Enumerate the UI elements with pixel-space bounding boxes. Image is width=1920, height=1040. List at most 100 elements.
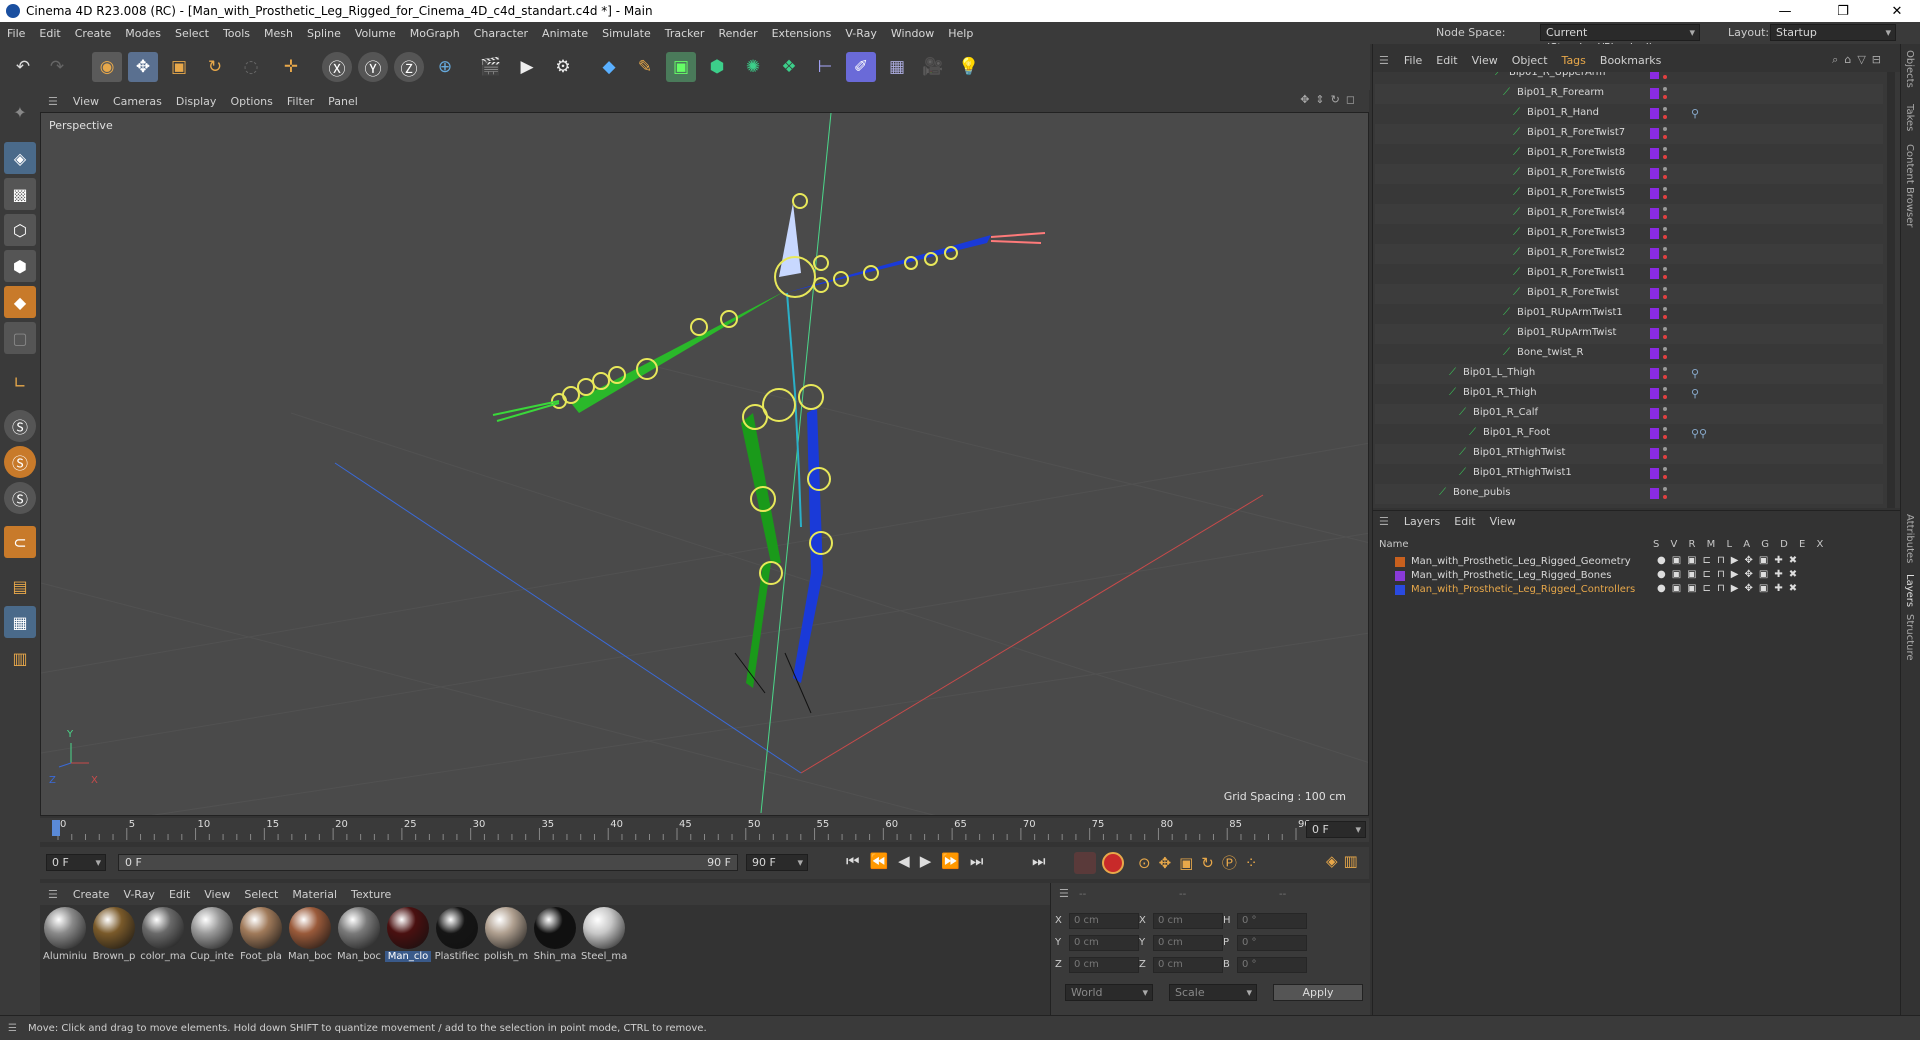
hamburger-icon[interactable]: ☰ [8,1023,17,1034]
object-menu-bookmarks[interactable]: Bookmarks [1593,54,1668,67]
close-button[interactable]: ✕ [1874,0,1920,22]
redo-icon[interactable]: ↷ [42,52,72,82]
coord-system-select[interactable]: World [1065,984,1153,1001]
z-axis-lock-icon[interactable]: Ⓩ [394,52,424,82]
render-visibility-dot[interactable] [1663,335,1667,339]
render-visibility-dot[interactable] [1663,455,1667,459]
coord-value-field[interactable]: 0 cm [1069,935,1139,951]
cloner-icon[interactable]: ⬢ [702,52,732,82]
menu-tools[interactable]: Tools [216,27,257,40]
coord-value-field[interactable]: 0 ° [1237,957,1307,973]
autokey-icon[interactable] [1102,852,1124,874]
coord-value-field[interactable]: 0 cm [1069,957,1139,973]
object-tree-row[interactable]: ⟋ Bip01_RThighTwist [1375,444,1883,464]
minimize-button[interactable]: — [1762,0,1808,22]
cube-object-icon[interactable]: ◆ [594,52,624,82]
layer-color-swatch[interactable] [1650,228,1659,239]
layer-color-swatch[interactable] [1650,468,1659,479]
material-menu-view[interactable]: View [197,888,237,901]
add-object-icon[interactable]: ✛ [276,52,306,82]
layer-color-swatch[interactable] [1650,108,1659,119]
layer-menu-edit[interactable]: Edit [1447,515,1482,528]
material-swatch[interactable]: Aluminiu [42,907,88,962]
maximize-button[interactable]: ❐ [1820,0,1866,22]
object-tree-row[interactable]: ⟋ Bip01_R_Calf [1375,404,1883,424]
layer-color-swatch[interactable] [1650,168,1659,179]
editor-visibility-dot[interactable] [1663,367,1667,371]
layer-color-swatch[interactable] [1650,448,1659,459]
object-tree-row[interactable]: ⟋ Bip01_L_Thigh ⚲ [1375,364,1883,384]
move-tool-icon[interactable]: ✥ [128,52,158,82]
editor-visibility-dot[interactable] [1663,407,1667,411]
render-visibility-dot[interactable] [1663,255,1667,259]
layer-color-swatch[interactable] [1650,248,1659,259]
texture-mode-icon[interactable]: ▩ [4,178,36,210]
viewport-nav-icons[interactable]: ✥⇕↻◻ [1300,93,1361,106]
deformer-icon[interactable]: ✺ [738,52,768,82]
frame-range-slider[interactable]: 0 F 90 F [118,854,738,871]
menu-character[interactable]: Character [467,27,535,40]
layer-color-swatch[interactable] [1650,268,1659,279]
object-tree-row[interactable]: ⟋ Bip01_R_Foot ⚲⚲ [1375,424,1883,444]
object-tree-row[interactable]: ⟋ Bip01_R_ForeTwist2 [1375,244,1883,264]
object-menu-file[interactable]: File [1397,54,1429,67]
object-tree-row[interactable]: ⟋ Bip01_R_Hand ⚲ [1375,104,1883,124]
viewport-menu-panel[interactable]: Panel [321,95,365,108]
layer-color-swatch[interactable] [1650,408,1659,419]
layer-color-swatch[interactable] [1650,348,1659,359]
recent-tool-icon[interactable]: ◌ [236,52,266,82]
layer-color-swatch[interactable] [1650,88,1659,99]
render-visibility-dot[interactable] [1663,315,1667,319]
live-selection-icon[interactable]: ◉ [92,52,122,82]
render-visibility-dot[interactable] [1663,295,1667,299]
uv-mode-icon[interactable]: ▢ [4,322,36,354]
object-tree-row[interactable]: ⟋ Bip01_R_ForeTwist [1375,284,1883,304]
editor-visibility-dot[interactable] [1663,307,1667,311]
node-space-select[interactable]: Current (Standard/Physical) [1540,24,1700,54]
render-visibility-dot[interactable] [1663,135,1667,139]
editor-visibility-dot[interactable] [1663,207,1667,211]
layer-color-swatch[interactable] [1650,128,1659,139]
object-tree-row[interactable]: ⟋ Bone_pubis [1375,484,1883,504]
render-visibility-dot[interactable] [1663,95,1667,99]
scene-canvas[interactable] [41,113,1369,816]
hamburger-icon[interactable]: ☰ [1379,515,1397,528]
coord-value-field[interactable]: 0 cm [1069,913,1139,929]
hamburger-icon[interactable]: ☰ [1059,887,1069,900]
environment-icon[interactable]: ⊢ [810,52,840,82]
menu-mesh[interactable]: Mesh [257,27,300,40]
menu-file[interactable]: File [0,27,32,40]
render-visibility-dot[interactable] [1663,375,1667,379]
layer-color-swatch[interactable] [1650,72,1659,79]
layer-color-swatch[interactable] [1395,585,1405,595]
menu-mograph[interactable]: MoGraph [403,27,467,40]
ik-tag-icon[interactable]: ⚲ [1691,367,1699,380]
editor-visibility-dot[interactable] [1663,447,1667,451]
object-tree-row[interactable]: ⟋ Bip01_R_ForeTwist3 [1375,224,1883,244]
render-visibility-dot[interactable] [1663,435,1667,439]
material-swatch[interactable]: Man_clo [385,907,431,962]
transport-controls[interactable]: ⏮⏪◀▶⏩⏭ [846,852,993,870]
current-frame-field[interactable]: 0 F [1306,821,1366,838]
editor-visibility-dot[interactable] [1663,487,1667,491]
hamburger-icon[interactable]: ☰ [40,888,66,901]
material-menu-create[interactable]: Create [66,888,117,901]
layer-color-swatch[interactable] [1395,557,1405,567]
coord-value-field[interactable]: 0 cm [1153,935,1223,951]
material-swatch[interactable]: Man_boc [336,907,382,962]
layer-color-swatch[interactable] [1650,388,1659,399]
coord-value-field[interactable]: 0 cm [1153,957,1223,973]
render-visibility-dot[interactable] [1663,415,1667,419]
ik-tag-icon[interactable]: ⚲ [1691,387,1699,400]
object-tree-row[interactable]: ⟋ Bip01_R_ForeTwist1 [1375,264,1883,284]
menu-window[interactable]: Window [884,27,941,40]
render-visibility-dot[interactable] [1663,275,1667,279]
render-visibility-dot[interactable] [1663,75,1667,79]
solo-icon[interactable]: Ⓢ [4,410,36,442]
key-tools-icons[interactable]: ⊙✥▣↻Ⓟ⁘ [1138,852,1265,873]
points-mode-icon[interactable]: ⬡ [4,214,36,246]
viewport-menu-view[interactable]: View [66,95,106,108]
editor-visibility-dot[interactable] [1663,127,1667,131]
editor-visibility-dot[interactable] [1663,187,1667,191]
material-swatch[interactable]: Brown_p [91,907,137,962]
